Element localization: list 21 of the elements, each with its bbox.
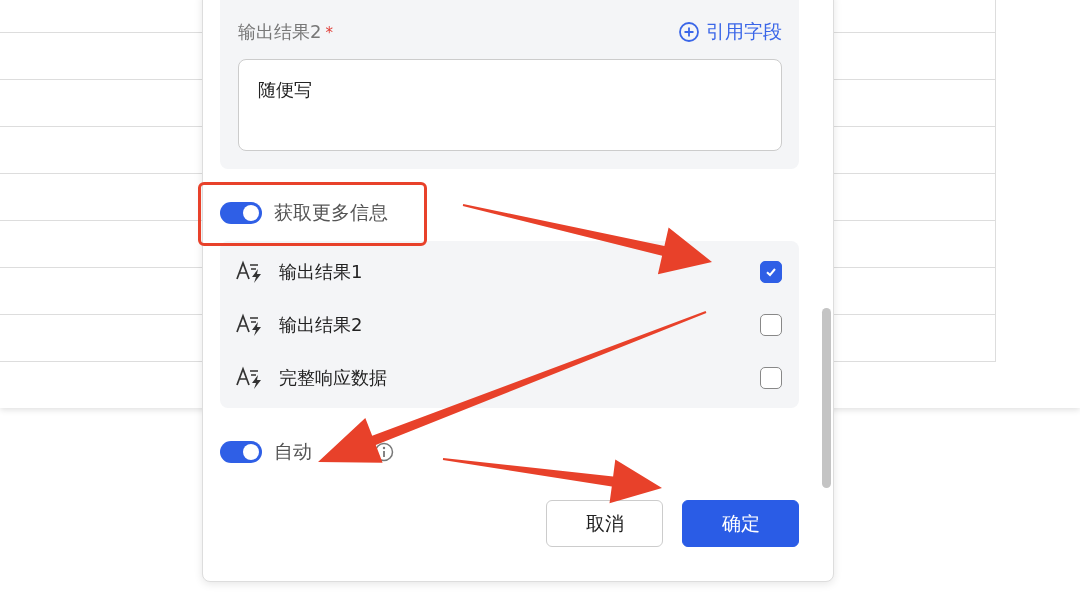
scrollbar[interactable] [822,308,831,488]
field-label: 输出结果2 [238,21,322,42]
insert-field-link[interactable]: 引用字段 [678,19,782,45]
required-mark: * [325,24,333,42]
field-name: 输出结果2 [279,312,364,337]
text-lightning-icon [236,312,262,337]
checkbox[interactable] [760,366,782,389]
toggle-label: 自动 [274,439,312,464]
confirm-button[interactable]: 确定 [682,500,799,547]
text-lightning-icon [236,259,262,284]
toggle-label: 获取更多信息 [274,200,388,225]
toggle-switch[interactable] [220,202,262,224]
cancel-button[interactable]: 取消 [546,500,663,547]
field-name: 输出结果1 [279,259,364,284]
text-area[interactable]: 随便写 [238,59,782,151]
checkbox[interactable] [760,313,782,336]
checkbox[interactable] [760,260,782,283]
field-name: 完整响应数据 [279,365,388,390]
toggle-switch[interactable] [220,441,262,463]
plus-circle-icon [678,21,700,43]
text-lightning-icon [236,365,262,390]
